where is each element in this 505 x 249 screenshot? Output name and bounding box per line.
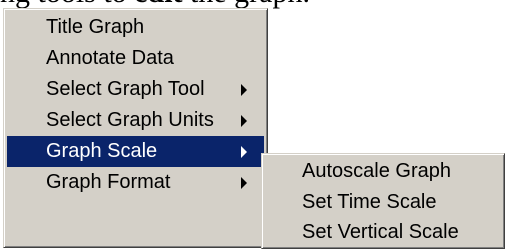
menu-item-label: Graph Scale	[46, 140, 158, 162]
menu-item-label: Select Graph Tool	[46, 78, 205, 100]
menu-item-label: Annotate Data	[46, 47, 174, 69]
menu-item-label: Select Graph Units	[46, 109, 214, 131]
screenshot-stage: ng tools to edit the graph. Title Graph …	[0, 0, 505, 249]
submenu-item-set-time-scale[interactable]: Set Time Scale	[265, 187, 501, 218]
menu-item-label: Graph Format	[46, 171, 171, 193]
submenu-item-set-vertical-scale[interactable]: Set Vertical Scale	[265, 217, 501, 248]
menu-item-graph-format[interactable]: Graph Format	[7, 167, 264, 198]
submenu-arrow-icon	[241, 84, 247, 96]
submenu-item-autoscale-graph[interactable]: Autoscale Graph	[265, 156, 501, 187]
document-text-fragment: ng tools to edit the graph.	[0, 0, 505, 8]
menu-item-graph-scale[interactable]: Graph Scale	[7, 136, 264, 167]
menu-item-title-graph[interactable]: Title Graph	[7, 12, 264, 43]
submenu-arrow-icon	[241, 177, 247, 189]
menu-item-label: Title Graph	[46, 16, 145, 38]
submenu-item-label: Set Time Scale	[302, 190, 437, 213]
submenu-arrow-icon	[241, 115, 247, 127]
menu-item-select-graph-units[interactable]: Select Graph Units	[7, 105, 264, 136]
menu-item-annotate-data[interactable]: Annotate Data	[7, 43, 264, 74]
submenu-item-label: Autoscale Graph	[302, 160, 451, 182]
submenu-item-label: Set Vertical Scale	[302, 221, 459, 243]
menu-item-select-graph-tool[interactable]: Select Graph Tool	[7, 74, 264, 105]
submenu-arrow-icon	[241, 146, 247, 158]
graph-context-menu: Title Graph Annotate Data Select Graph T…	[3, 8, 268, 248]
graph-scale-submenu: Autoscale Graph Set Time Scale Set Verti…	[261, 153, 505, 249]
